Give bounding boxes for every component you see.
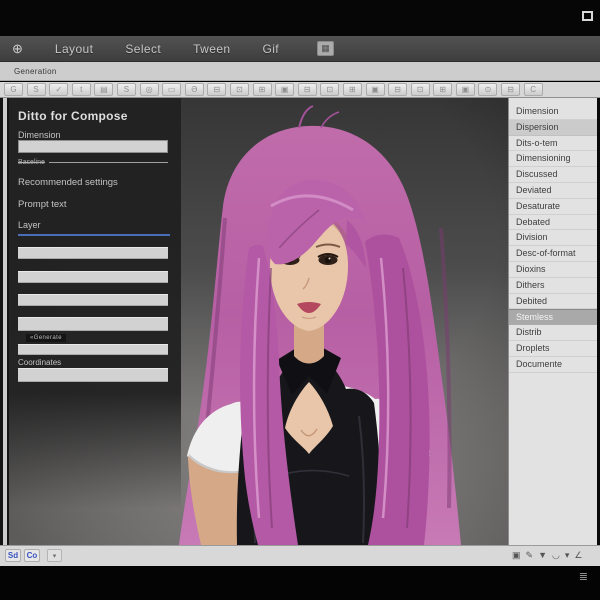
bottom-frame: ≣ [0, 566, 600, 600]
arc-icon[interactable]: ◡ [552, 549, 560, 562]
toolbar-button[interactable]: ⊞ [433, 83, 453, 96]
dimension-label: Dimension [18, 130, 61, 140]
status-right-group: ▣ ✎ ▼ ◡ ▾ ∠ [512, 549, 582, 562]
menu-item-layout[interactable]: Layout [55, 42, 93, 56]
options-sidebar: Dimension Dispersion Dits-o-tem Dimensio… [508, 98, 597, 545]
top-frame [0, 0, 600, 36]
generate-button[interactable]: «Generate [26, 334, 66, 342]
toolbar-button[interactable]: ⊙ [478, 83, 498, 96]
dimension-input[interactable] [18, 140, 168, 153]
tab-generation[interactable]: Generation [14, 67, 57, 76]
triangle-down-icon[interactable]: ▼ [538, 549, 547, 562]
sidebar-item[interactable]: Dispersion [509, 119, 597, 136]
toolbar-button[interactable]: ▤ [94, 83, 114, 96]
toolbar-button[interactable]: ⊞ [252, 83, 272, 96]
sidebar-item[interactable]: Debited [509, 294, 597, 310]
recommended-settings-link[interactable]: Recommended settings [18, 177, 118, 188]
app-window: ⊕ Layout Select Tween Gif ▦ Generation G… [0, 0, 600, 600]
toolbar-button[interactable]: ⊞ [342, 83, 362, 96]
generation-panel: Ditto for Compose Dimension Baseline Rec… [9, 98, 181, 545]
text-input[interactable] [18, 368, 168, 382]
text-input[interactable] [18, 344, 168, 355]
toolbar-button[interactable]: ⊡ [229, 83, 249, 96]
toolbar-button[interactable]: S [116, 83, 136, 96]
sidebar-item[interactable]: Dimension [509, 104, 597, 120]
toolbar-button[interactable]: ▣ [365, 83, 385, 96]
status-co-icon[interactable]: Co [24, 549, 40, 562]
panel-title: Ditto for Compose [18, 109, 128, 123]
toolbar-button[interactable]: ⊟ [388, 83, 408, 96]
sidebar-item[interactable]: Dithers [509, 278, 597, 294]
app-menu-icon[interactable]: ⊕ [12, 41, 23, 57]
toolbar: G S ✓ t ▤ S ◎ ▭ Ә ⊟ ⊡ ⊞ ▣ ⊟ ⊡ ⊞ ▣ ⊟ ⊡ ⊞ … [0, 82, 600, 98]
toolbar-button[interactable]: ⊟ [501, 83, 521, 96]
left-edge-strip [3, 98, 7, 545]
sidebar-item-selected[interactable]: Stemless [509, 309, 597, 326]
text-input[interactable] [18, 317, 168, 331]
pencil-icon[interactable]: ✎ [526, 549, 534, 562]
divider-line [48, 162, 168, 163]
status-dropdown[interactable]: ▾ [47, 549, 62, 562]
status-sd-icon[interactable]: Sd [5, 549, 21, 562]
coordinates-label: Coordinates [18, 358, 62, 367]
sidebar-item[interactable]: Desaturate [509, 199, 597, 215]
maximize-button[interactable] [582, 11, 593, 21]
toolbar-button[interactable]: ▭ [162, 83, 182, 96]
sidebar-item[interactable]: Dimensioning [509, 151, 597, 168]
menubar: ⊕ Layout Select Tween Gif ▦ [0, 36, 600, 62]
tab-strip: Generation [0, 62, 600, 81]
text-input[interactable] [18, 247, 168, 259]
toolbar-button[interactable]: C [523, 83, 543, 96]
menu-item-select[interactable]: Select [125, 42, 161, 56]
panel-toggle-icon[interactable]: ▦ [317, 41, 335, 56]
sidebar-item[interactable]: Documente [509, 357, 597, 373]
toolbar-button[interactable]: Ә [184, 83, 204, 96]
sidebar-item[interactable]: Division [509, 230, 597, 247]
toolbar-button[interactable]: ⊟ [207, 83, 227, 96]
layer-label: Layer [18, 220, 41, 230]
toolbar-button[interactable]: ▣ [275, 83, 295, 96]
toolbar-button[interactable]: ✓ [49, 83, 69, 96]
toolbar-button[interactable]: ▣ [455, 83, 475, 96]
active-field-underline [18, 234, 170, 236]
sidebar-item[interactable]: Desc-of-format [509, 246, 597, 262]
sidebar-item[interactable]: Droplets [509, 341, 597, 357]
toolbar-button[interactable]: ⊡ [320, 83, 340, 96]
sidebar-item[interactable]: Deviated [509, 183, 597, 199]
angle-icon[interactable]: ∠ [574, 549, 582, 562]
status-left-group: Sd Co ▾ [5, 549, 62, 562]
main-area: Ditto for Compose Dimension Baseline Rec… [0, 98, 600, 545]
canvas: Ditto for Compose Dimension Baseline Rec… [9, 98, 508, 545]
sidebar-item[interactable]: Discussed [509, 167, 597, 183]
sidebar-item[interactable]: Dits-o-tem [509, 136, 597, 152]
toolbar-button[interactable]: G [4, 83, 23, 96]
sidebar-item[interactable]: Debated [509, 215, 597, 231]
window-grip-icon: ≣ [578, 571, 588, 583]
image-frame-icon[interactable]: ▣ [512, 549, 521, 562]
prompt-text-label: Prompt text [18, 199, 67, 210]
toolbar-button[interactable]: S [26, 83, 46, 96]
toolbar-button[interactable]: t [71, 83, 91, 96]
menu-item-gif[interactable]: Gif [262, 42, 279, 56]
text-input[interactable] [18, 294, 168, 306]
status-bar: Sd Co ▾ ▣ ✎ ▼ ◡ ▾ ∠ [0, 545, 600, 566]
baseline-divider-label: Baseline [18, 159, 45, 166]
toolbar-button[interactable]: ⊟ [297, 83, 317, 96]
sidebar-item[interactable]: Dioxins [509, 262, 597, 278]
text-input[interactable] [18, 271, 168, 283]
menu-item-tween[interactable]: Tween [193, 42, 230, 56]
sidebar-item[interactable]: Distrib [509, 325, 597, 341]
toolbar-button[interactable]: ⊡ [410, 83, 430, 96]
chevron-down-icon[interactable]: ▾ [565, 549, 570, 562]
baseline-divider: Baseline [18, 159, 168, 166]
toolbar-button[interactable]: ◎ [139, 83, 159, 96]
